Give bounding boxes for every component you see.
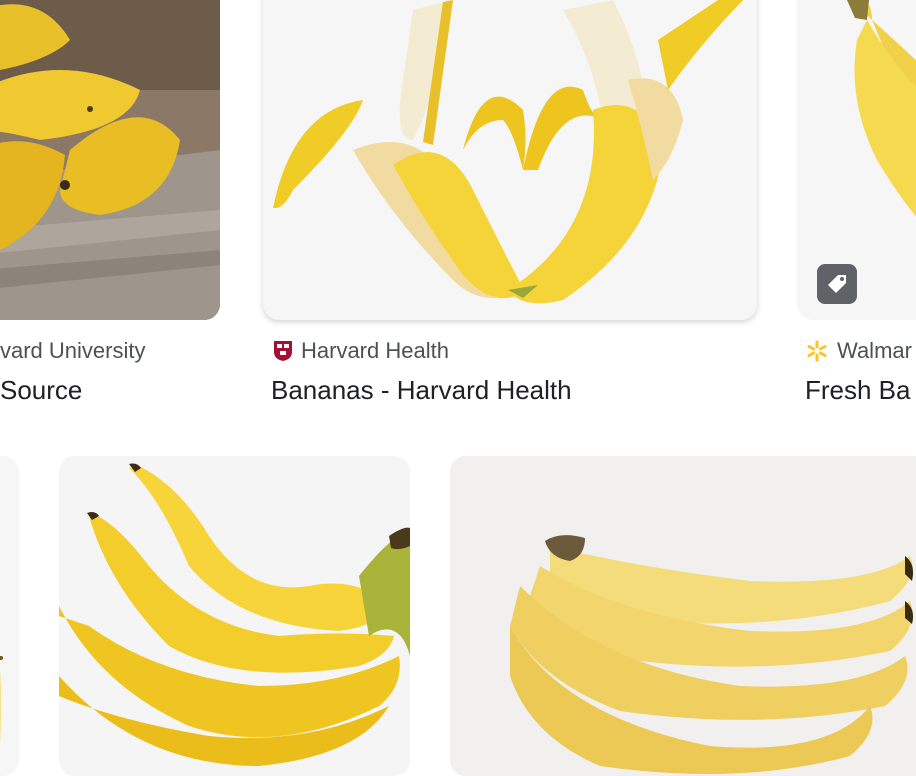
result-image-card[interactable]: [450, 456, 916, 776]
result-image-card[interactable]: [59, 456, 410, 776]
ripe-banana-bunch-photo: [450, 456, 916, 776]
result-source[interactable]: Walmar: [805, 338, 912, 364]
result-image-card[interactable]: [0, 456, 19, 776]
result-source-label: Walmar: [837, 338, 912, 363]
banana-bunch-on-wood-photo: [0, 0, 220, 320]
two-peeled-bananas-heart-photo: [263, 0, 757, 320]
shopping-tag-badge: [817, 264, 857, 304]
shopping-tag-icon: [828, 275, 846, 293]
banana-bunch-white-background-photo: [59, 456, 410, 776]
result-title[interactable]: Fresh Ba: [805, 375, 911, 406]
result-title[interactable]: Source: [0, 375, 82, 406]
harvard-shield-icon: [274, 341, 292, 361]
result-source-label: Harvard Health: [301, 338, 449, 363]
walmart-spark-icon: [807, 340, 827, 362]
result-source[interactable]: Harvard Health: [273, 338, 449, 364]
result-source[interactable]: vard University: [0, 338, 145, 364]
result-image-card[interactable]: [0, 0, 220, 320]
result-title[interactable]: Bananas - Harvard Health: [271, 375, 572, 406]
result-source-label: vard University: [0, 338, 146, 363]
partial-banana-photo: [0, 456, 19, 776]
result-image-card[interactable]: [263, 0, 757, 320]
